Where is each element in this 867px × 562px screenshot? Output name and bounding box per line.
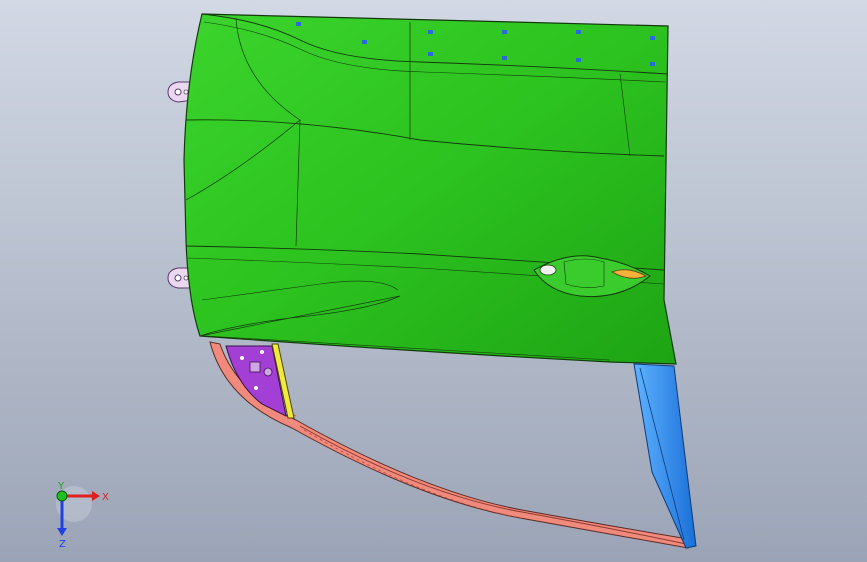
x-axis-label: X bbox=[102, 492, 109, 503]
z-axis-head bbox=[57, 528, 67, 536]
orientation-triad: X Y Z bbox=[44, 480, 114, 550]
cad-scene[interactable] bbox=[0, 0, 867, 562]
y-axis-dot bbox=[56, 490, 68, 502]
triad-graphic: X Y Z bbox=[56, 481, 109, 550]
door-outer-panel[interactable] bbox=[183, 13, 677, 365]
x-axis-head bbox=[92, 491, 100, 501]
graphics-viewport[interactable]: X Y Z bbox=[0, 0, 867, 562]
y-axis-label: Y bbox=[57, 481, 65, 492]
z-axis-label: Z bbox=[59, 539, 66, 550]
